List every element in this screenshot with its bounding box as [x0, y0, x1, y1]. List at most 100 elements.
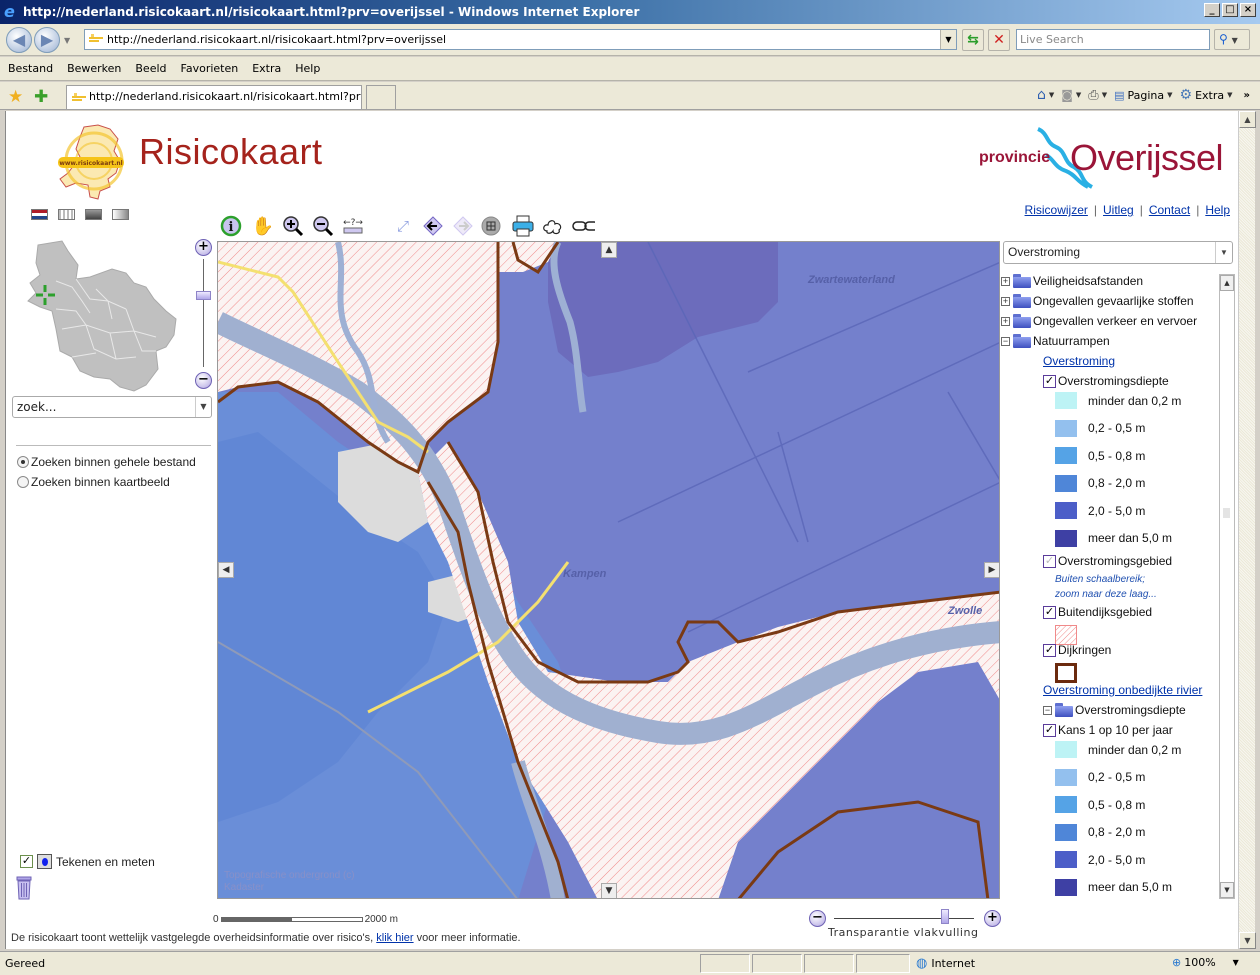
menu-bewerken[interactable]: Bewerken [67, 62, 121, 75]
link-risicowijzer[interactable]: Risicowijzer [1025, 203, 1088, 217]
risicokaart-logo[interactable]: www.risicokaart.nl [54, 121, 132, 203]
previous-extent-icon[interactable] [421, 214, 445, 238]
link-help[interactable]: Help [1205, 203, 1230, 217]
pan-west-button[interactable]: ◀ [218, 562, 234, 578]
zoom-slider[interactable]: + − [195, 239, 213, 389]
close-window-button[interactable]: × [1240, 3, 1256, 17]
address-bar[interactable]: http://nederland.risicokaart.nl/risicoka… [84, 29, 957, 50]
layer-group-overstromingsdiepte[interactable]: − Overstromingsdiepte [1043, 703, 1186, 717]
collapse-icon[interactable]: − [1001, 336, 1010, 346]
pan-hand-icon[interactable]: ✋ [251, 214, 275, 238]
security-zone[interactable]: ◍ Internet [916, 956, 975, 971]
section-overstroming-link[interactable]: Overstroming [1043, 354, 1115, 368]
more-commands-icon[interactable]: » [1244, 90, 1250, 101]
zoom-level[interactable]: ⊕ 100% ▼ [1172, 956, 1239, 969]
add-favorite-icon[interactable]: ✚ [34, 87, 48, 107]
expand-icon[interactable]: + [1001, 316, 1010, 326]
layer-group-veiligheidsafstanden[interactable]: + Veiligheidsafstanden [1001, 274, 1143, 288]
pan-north-button[interactable]: ▲ [601, 242, 617, 258]
pan-south-button[interactable]: ▼ [601, 883, 617, 898]
collapse-icon[interactable]: − [1043, 705, 1052, 715]
overview-map[interactable] [16, 239, 186, 399]
pan-east-button[interactable]: ▶ [984, 562, 999, 578]
dutch-flag-icon[interactable] [31, 209, 48, 220]
link-icon[interactable] [571, 214, 595, 238]
overstromingsgebied-checkbox[interactable]: ✓ [1043, 554, 1056, 568]
menu-extra[interactable]: Extra [252, 62, 281, 75]
page-scroll-down[interactable]: ▼ [1239, 932, 1256, 949]
back-button[interactable]: ◀ [6, 27, 32, 53]
minimize-button[interactable]: _ [1204, 3, 1220, 17]
zoom-out-icon[interactable] [311, 214, 335, 238]
address-dropdown-button[interactable]: ▼ [940, 30, 956, 49]
layer-scroll-down[interactable]: ▼ [1220, 882, 1234, 898]
more-info-link[interactable]: klik hier [376, 932, 413, 944]
layer-scroll-thumb[interactable] [1223, 508, 1230, 518]
grey-theme-icon[interactable] [85, 209, 102, 220]
expand-icon[interactable]: + [1001, 296, 1010, 306]
menu-beeld[interactable]: Beeld [135, 62, 166, 75]
slider-zoom-in-button[interactable]: + [195, 239, 212, 256]
radio-whole-dataset[interactable] [17, 456, 29, 468]
print-map-icon[interactable] [511, 214, 535, 238]
transparency-thumb[interactable] [941, 909, 949, 924]
contrast-theme-icon[interactable] [112, 209, 129, 220]
section-onbedijkte-rivier-link[interactable]: Overstroming onbedijkte rivier [1043, 683, 1202, 697]
search-button[interactable]: ⚲ ▼ [1214, 29, 1250, 50]
zoom-in-icon[interactable] [281, 214, 305, 238]
transparency-decrease-button[interactable]: − [809, 910, 826, 927]
live-search-input[interactable]: Live Search [1016, 29, 1210, 50]
link-contact[interactable]: Contact [1149, 203, 1190, 217]
draw-point-icon[interactable] [37, 854, 52, 869]
next-extent-icon[interactable] [451, 214, 475, 238]
refresh-button[interactable]: ⇆ [962, 29, 984, 51]
page-menu-button[interactable]: ▤ Pagina ▼ [1114, 89, 1172, 102]
info-tool-icon[interactable]: i [219, 214, 243, 238]
theme-select[interactable]: Overstroming ▼ [1003, 241, 1233, 264]
maximize-button[interactable]: □ [1222, 3, 1238, 17]
layer-overstromingsdiepte[interactable]: ✓ Overstromingsdiepte [1043, 374, 1169, 388]
search-dropdown-icon[interactable]: ▼ [195, 397, 211, 417]
overstromingsdiepte-checkbox[interactable]: ✓ [1043, 374, 1056, 388]
browser-tab[interactable]: http://nederland.risicokaart.nl/risicoka… [66, 85, 362, 109]
layer-kans-1-op-10[interactable]: ✓ Kans 1 op 10 per jaar [1043, 723, 1173, 737]
menu-bestand[interactable]: Bestand [8, 62, 53, 75]
feeds-button[interactable]: ◙ ▼ [1061, 88, 1081, 102]
layer-group-natuurrampen[interactable]: − Natuurrampen [1001, 334, 1110, 348]
link-uitleg[interactable]: Uitleg [1103, 203, 1134, 217]
history-dropdown-icon[interactable]: ▼ [64, 36, 70, 45]
zoom-thumb[interactable] [196, 291, 211, 300]
layer-group-gevaarlijke-stoffen[interactable]: + Ongevallen gevaarlijke stoffen [1001, 294, 1194, 308]
menu-favorieten[interactable]: Favorieten [181, 62, 239, 75]
expand-icon[interactable]: + [1001, 276, 1010, 286]
search-scope-view[interactable]: Zoeken binnen kaartbeeld [17, 475, 170, 489]
measure-icon[interactable]: ←?→ [341, 214, 365, 238]
scale-range-note[interactable]: Buiten schaalbereik; zoom naar deze laag… [1055, 572, 1157, 602]
favorites-star-icon[interactable]: ★ [8, 87, 23, 107]
layer-buitendijksgebied[interactable]: ✓ Buitendijksgebied [1043, 605, 1152, 619]
english-flag-icon[interactable] [58, 209, 75, 220]
page-scrollbar[interactable]: ▲ ▼ [1238, 111, 1256, 949]
home-button[interactable]: ⌂ ▼ [1037, 87, 1054, 103]
layer-overstromingsgebied[interactable]: ✓ Overstromingsgebied [1043, 554, 1172, 568]
menu-help[interactable]: Help [295, 62, 320, 75]
legend-grid-icon[interactable] [479, 214, 503, 238]
cloud-shape-icon[interactable] [541, 214, 565, 238]
full-extent-icon[interactable]: ⤢ [391, 214, 415, 238]
dijkringen-checkbox[interactable]: ✓ [1043, 643, 1056, 657]
drawing-checkbox[interactable]: ✓ [20, 855, 33, 868]
map-view[interactable]: ▲ ◀ ▶ ▼ Zwartewaterland Kampen Zwolle To… [217, 241, 1000, 899]
map-canvas[interactable] [218, 242, 1000, 899]
print-button[interactable]: ⎙ ▼ [1088, 88, 1107, 103]
stop-button[interactable]: ✕ [988, 29, 1010, 51]
radio-map-view[interactable] [17, 476, 29, 488]
new-tab-button[interactable] [366, 85, 396, 109]
search-scope-whole[interactable]: Zoeken binnen gehele bestand [17, 455, 196, 469]
trash-icon[interactable] [14, 876, 34, 900]
layer-panel-scrollbar[interactable]: ▲ ▼ [1219, 274, 1235, 899]
forward-button[interactable]: ▶ [34, 27, 60, 53]
transparency-increase-button[interactable]: + [984, 910, 1001, 927]
transparency-slider[interactable]: − + Transparantie vlakvulling [809, 908, 1009, 942]
layer-scroll-up[interactable]: ▲ [1220, 275, 1234, 291]
slider-zoom-out-button[interactable]: − [195, 372, 212, 389]
